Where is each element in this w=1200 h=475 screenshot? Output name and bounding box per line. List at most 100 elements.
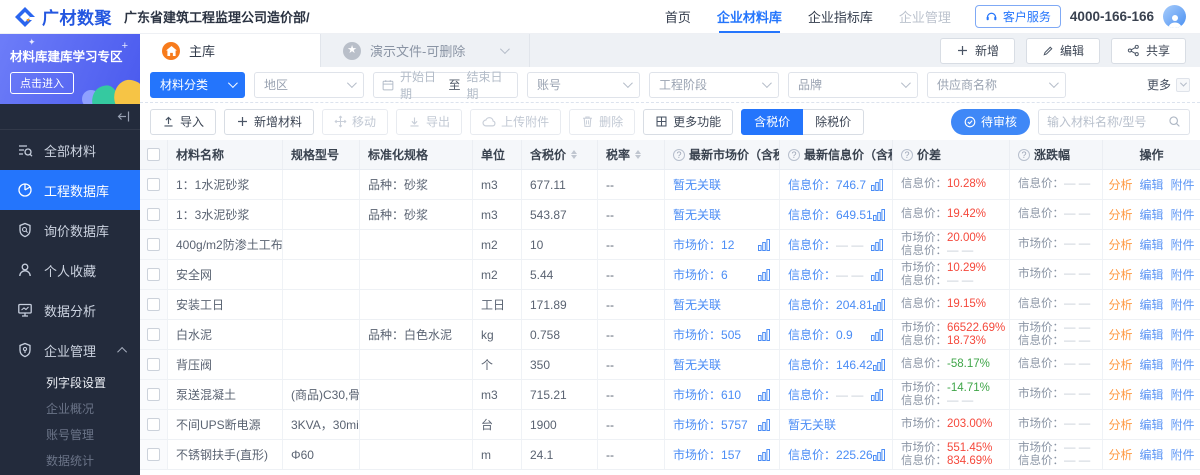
op-edit-link[interactable]: 编辑 — [1140, 206, 1164, 223]
search-icon[interactable] — [1168, 115, 1181, 128]
sidebar-banner[interactable]: ✦ + 材料库建库学习专区 点击进入 — [0, 34, 140, 104]
sidebar-collapse-toggle[interactable] — [0, 104, 140, 130]
avatar[interactable] — [1163, 5, 1186, 28]
price-trend-icon[interactable] — [758, 449, 771, 461]
filter-supplier[interactable]: 供应商名称 — [927, 72, 1066, 98]
sidebar-item-personal-favorites[interactable]: 个人收藏 — [0, 250, 140, 290]
filter-account[interactable]: 账号 — [527, 72, 640, 98]
price-trend-icon[interactable] — [871, 329, 884, 341]
price-trend-icon[interactable] — [873, 299, 886, 311]
no-link-text[interactable]: 暂无关联 — [673, 206, 721, 223]
pending-review-button[interactable]: 待审核 — [951, 109, 1030, 135]
op-edit-link[interactable]: 编辑 — [1140, 266, 1164, 283]
chevron-down-icon[interactable] — [500, 44, 510, 54]
tax-excluded-toggle[interactable]: 除税价 — [803, 109, 864, 135]
banner-enter-button[interactable]: 点击进入 — [10, 72, 74, 94]
op-edit-link[interactable]: 编辑 — [1140, 326, 1164, 343]
tab-main-library[interactable]: 主库 — [140, 34, 320, 67]
price-trend-icon[interactable] — [758, 329, 771, 341]
op-analyze-link[interactable]: 分析 — [1108, 176, 1132, 193]
sidebar-subitem-column-field-settings[interactable]: 列字段设置 — [0, 370, 140, 396]
op-edit-link[interactable]: 编辑 — [1140, 446, 1164, 463]
op-analyze-link[interactable]: 分析 — [1108, 206, 1132, 223]
op-analyze-link[interactable]: 分析 — [1108, 386, 1132, 403]
op-edit-link[interactable]: 编辑 — [1140, 176, 1164, 193]
op-edit-link[interactable]: 编辑 — [1140, 416, 1164, 433]
op-attach-link[interactable]: 附件 — [1171, 266, 1195, 283]
op-analyze-link[interactable]: 分析 — [1108, 266, 1132, 283]
edit-button[interactable]: 编辑 — [1026, 38, 1100, 64]
row-checkbox[interactable] — [147, 418, 160, 431]
help-icon[interactable]: ? — [673, 149, 685, 161]
share-button[interactable]: 共享 — [1111, 38, 1186, 64]
no-link-text[interactable]: 暂无关联 — [673, 356, 721, 373]
select-all-checkbox[interactable] — [147, 148, 160, 161]
sidebar-item-all-materials[interactable]: 全部材料 — [0, 130, 140, 170]
sort-icon[interactable] — [571, 150, 577, 159]
import-button[interactable]: 导入 — [150, 109, 216, 135]
customer-service-button[interactable]: 客户服务 — [975, 5, 1061, 28]
op-attach-link[interactable]: 附件 — [1171, 296, 1195, 313]
op-attach-link[interactable]: 附件 — [1171, 206, 1195, 223]
price-trend-icon[interactable] — [873, 209, 886, 221]
op-analyze-link[interactable]: 分析 — [1108, 446, 1132, 463]
op-analyze-link[interactable]: 分析 — [1108, 326, 1132, 343]
filter-brand[interactable]: 品牌 — [788, 72, 918, 98]
sidebar-item-enterprise-manage[interactable]: 企业管理 — [0, 330, 140, 370]
sidebar-subitem-company-profile[interactable]: 企业概况 — [0, 396, 140, 422]
op-attach-link[interactable]: 附件 — [1171, 326, 1195, 343]
sidebar-item-project-database[interactable]: 工程数据库 — [0, 170, 140, 210]
op-attach-link[interactable]: 附件 — [1171, 446, 1195, 463]
add-material-button[interactable]: 新增材料 — [224, 109, 314, 135]
no-link-text[interactable]: 暂无关联 — [788, 416, 836, 433]
logo[interactable]: 广材数聚 — [14, 4, 112, 29]
sidebar-subitem-account-manage[interactable]: 账号管理 — [0, 422, 140, 448]
row-checkbox[interactable] — [147, 238, 160, 251]
tab-demo-file[interactable]: ★ 演示文件-可删除 — [320, 34, 530, 67]
op-analyze-link[interactable]: 分析 — [1108, 296, 1132, 313]
price-trend-icon[interactable] — [871, 389, 884, 401]
search-input[interactable] — [1047, 115, 1162, 129]
filter-more-button[interactable]: 更多 — [1147, 76, 1190, 93]
help-icon[interactable]: ? — [1018, 149, 1030, 161]
sidebar-subitem-data-statistics[interactable]: 数据统计 — [0, 448, 140, 474]
row-checkbox[interactable] — [147, 298, 160, 311]
filter-project-stage[interactable]: 工程阶段 — [649, 72, 779, 98]
op-attach-link[interactable]: 附件 — [1171, 416, 1195, 433]
no-link-text[interactable]: 暂无关联 — [673, 176, 721, 193]
help-icon[interactable]: ? — [788, 149, 800, 161]
op-edit-link[interactable]: 编辑 — [1140, 296, 1164, 313]
price-trend-icon[interactable] — [871, 269, 884, 281]
op-edit-link[interactable]: 编辑 — [1140, 386, 1164, 403]
sort-icon[interactable] — [635, 150, 641, 159]
price-trend-icon[interactable] — [758, 389, 771, 401]
row-checkbox[interactable] — [147, 388, 160, 401]
nav-home[interactable]: 首页 — [665, 0, 691, 33]
add-button[interactable]: 新增 — [940, 38, 1015, 64]
price-trend-icon[interactable] — [873, 359, 886, 371]
op-analyze-link[interactable]: 分析 — [1108, 356, 1132, 373]
row-checkbox[interactable] — [147, 178, 160, 191]
price-trend-icon[interactable] — [758, 239, 771, 251]
row-checkbox[interactable] — [147, 448, 160, 461]
more-functions-button[interactable]: 更多功能 — [643, 109, 733, 135]
price-trend-icon[interactable] — [873, 449, 886, 461]
no-link-text[interactable]: 暂无关联 — [673, 296, 721, 313]
row-checkbox[interactable] — [147, 268, 160, 281]
op-analyze-link[interactable]: 分析 — [1108, 416, 1132, 433]
op-attach-link[interactable]: 附件 — [1171, 176, 1195, 193]
help-icon[interactable]: ? — [901, 149, 913, 161]
price-trend-icon[interactable] — [871, 179, 884, 191]
op-edit-link[interactable]: 编辑 — [1140, 236, 1164, 253]
op-analyze-link[interactable]: 分析 — [1108, 236, 1132, 253]
op-attach-link[interactable]: 附件 — [1171, 356, 1195, 373]
filter-material-category[interactable]: 材料分类 — [150, 72, 245, 98]
tax-included-toggle[interactable]: 含税价 — [741, 109, 803, 135]
nav-enterprise-index[interactable]: 企业指标库 — [808, 0, 873, 33]
price-trend-icon[interactable] — [758, 269, 771, 281]
price-trend-icon[interactable] — [758, 419, 771, 431]
sidebar-item-inquiry-database[interactable]: 询价数据库 — [0, 210, 140, 250]
filter-region[interactable]: 地区 — [254, 72, 364, 98]
op-attach-link[interactable]: 附件 — [1171, 386, 1195, 403]
nav-enterprise-materials[interactable]: 企业材料库 — [717, 0, 782, 33]
